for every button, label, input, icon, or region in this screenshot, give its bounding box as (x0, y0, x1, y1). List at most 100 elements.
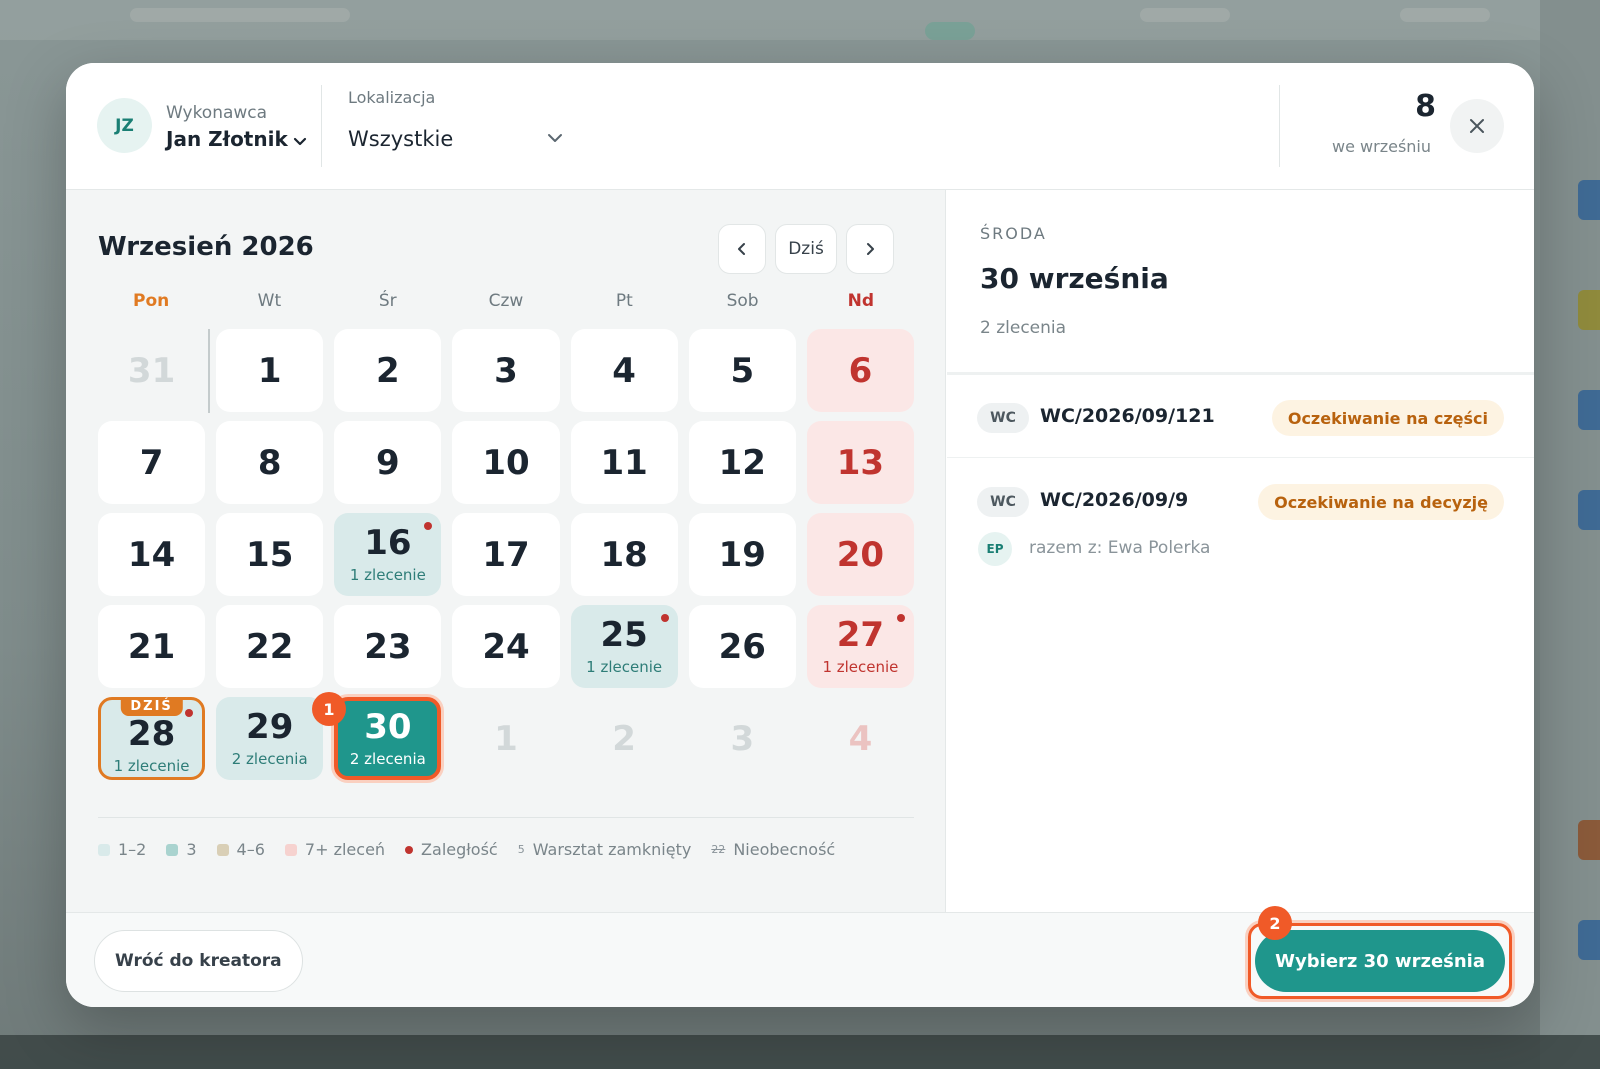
calendar-day-selected[interactable]: 30 2 zlecenia (334, 697, 442, 780)
order-item[interactable]: WC WC/2026/09/121 Oczekiwanie na części (947, 375, 1534, 458)
legend-swatch (98, 843, 110, 856)
calendar-day[interactable]: 19 (688, 513, 796, 596)
day-number: 24 (482, 626, 530, 667)
calendar-day[interactable]: 11 (570, 421, 678, 504)
calendar-day[interactable]: 8 (216, 421, 324, 504)
legend-swatch (284, 843, 297, 856)
backdrop-tab (1578, 490, 1600, 530)
chevron-down-icon[interactable] (546, 129, 564, 152)
calendar-day[interactable]: 3 (452, 329, 560, 412)
weekday-label: Śr (378, 291, 397, 311)
today-button[interactable]: Dziś (775, 224, 837, 274)
calendar-day[interactable]: 18 (570, 513, 678, 596)
calendar-legend: 1–2 3 4–6 7+ zleceń Zaległość 5 Warsztat zamkn… (98, 840, 835, 859)
legend-label: 3 (186, 840, 197, 859)
backdrop-text (1140, 8, 1230, 22)
calendar-day[interactable]: 22 (216, 605, 324, 688)
next-month-button[interactable] (846, 224, 894, 274)
backdrop-text (130, 8, 350, 22)
weekday-label: Wt (257, 291, 282, 311)
calendar-day[interactable]: 10 (452, 421, 560, 504)
calendar-day[interactable]: 15 (216, 513, 324, 596)
legend-label: Warsztat zamknięty (532, 840, 692, 859)
calendar-day[interactable]: 12 (688, 421, 796, 504)
day-number: 14 (127, 534, 176, 575)
legend-item: 5 Warsztat zamknięty (518, 840, 692, 859)
calendar-day: 31 (98, 329, 205, 412)
calendar-day[interactable]: 13 (806, 421, 914, 504)
selected-order-count: 2 zlecenia (980, 318, 1067, 338)
back-to-wizard-button[interactable]: Wróć do kreatora (94, 930, 303, 992)
day-number: 23 (364, 626, 412, 667)
day-number: 12 (718, 442, 766, 483)
calendar-day[interactable]: 25 1 zlecenie (570, 605, 678, 688)
day-order-count: 2 zlecenia (349, 749, 426, 768)
order-type-tag: WC (977, 487, 1029, 517)
calendar-modal: JZ Wykonawca Jan Złotnik Lokalizacja Wsz… (66, 63, 1534, 1007)
coworker-text: razem z: Ewa Polerka (1029, 538, 1211, 558)
day-number: 22 (246, 626, 294, 667)
day-number: 16 (364, 522, 412, 563)
pick-date-button[interactable]: Wybierz 30 września (1255, 930, 1505, 992)
calendar-day[interactable]: 2 (334, 329, 442, 412)
calendar-day[interactable]: 26 (688, 605, 796, 688)
calendar-day[interactable]: 24 (452, 605, 560, 688)
order-type-tag: WC (977, 403, 1029, 433)
day-number: 2 (612, 718, 636, 759)
step-marker-1: 1 (312, 692, 346, 726)
day-number: 21 (127, 626, 176, 667)
calendar-day[interactable]: 21 (98, 605, 206, 688)
day-number: 31 (127, 350, 176, 391)
executor-select[interactable]: Jan Złotnik (166, 127, 288, 151)
chevron-left-icon (738, 243, 745, 255)
day-number: 29 (246, 706, 294, 747)
month-order-count-label: we wrześniu (1332, 137, 1431, 156)
prev-month-button[interactable] (718, 224, 766, 274)
calendar-day[interactable]: 23 (334, 605, 442, 688)
month-start-divider (208, 329, 210, 413)
chevron-down-icon[interactable] (292, 133, 316, 157)
today-badge: DZIŚ (120, 697, 183, 716)
backdrop-tab (1578, 920, 1600, 960)
day-order-count: 1 zlecenie (349, 565, 426, 584)
calendar-day[interactable]: 4 (570, 329, 678, 412)
close-icon (1470, 119, 1484, 133)
day-number: 3 (730, 718, 755, 759)
calendar-day[interactable]: 6 (806, 329, 914, 412)
overdue-dot (424, 522, 433, 530)
calendar-day[interactable]: 27 1 zlecenie (806, 605, 914, 688)
calendar-day[interactable]: 7 (98, 421, 206, 504)
calendar-day[interactable]: 17 (452, 513, 560, 596)
calendar-day[interactable]: 14 (98, 513, 206, 596)
pick-date-highlight: Wybierz 30 września (1248, 923, 1512, 999)
calendar-day[interactable]: 9 (334, 421, 442, 504)
day-order-count: 1 zlecenie (586, 657, 663, 676)
calendar-day[interactable]: 16 1 zlecenie (334, 513, 442, 596)
day-number: 30 (364, 706, 412, 747)
legend-item: 4–6 (216, 840, 265, 859)
legend-label: 7+ zleceń (304, 840, 386, 859)
header-divider (321, 85, 322, 167)
weekday-header: Pon Wt Śr Czw Pt Sob Nd (98, 291, 914, 311)
backdrop-sidebar (1540, 0, 1600, 1069)
day-number: 18 (600, 534, 648, 575)
month-order-count: 8 (1415, 89, 1436, 124)
header-divider (1279, 85, 1280, 167)
calendar-day[interactable]: 29 2 zlecenia (216, 697, 324, 780)
calendar-day[interactable]: 1 (216, 329, 324, 412)
calendar-day[interactable]: 20 (806, 513, 914, 596)
day-number: 2 (376, 350, 400, 391)
calendar-day-today[interactable]: DZIŚ 28 1 zlecenie (98, 697, 206, 780)
day-number: 11 (600, 442, 648, 483)
weekday-label: Sob (726, 291, 759, 311)
close-button[interactable] (1450, 99, 1504, 153)
day-order-count: 1 zlecenie (822, 657, 899, 676)
weekday-label: Czw (488, 291, 524, 311)
legend-divider (98, 817, 914, 818)
day-number: 15 (246, 534, 294, 575)
location-select[interactable]: Wszystkie (348, 127, 578, 157)
day-number: 28 (127, 713, 176, 754)
order-item[interactable]: WC WC/2026/09/9 Oczekiwanie na decyzję E… (947, 458, 1534, 578)
calendar-day[interactable]: 5 (688, 329, 796, 412)
weekday-label: Nd (847, 291, 875, 311)
